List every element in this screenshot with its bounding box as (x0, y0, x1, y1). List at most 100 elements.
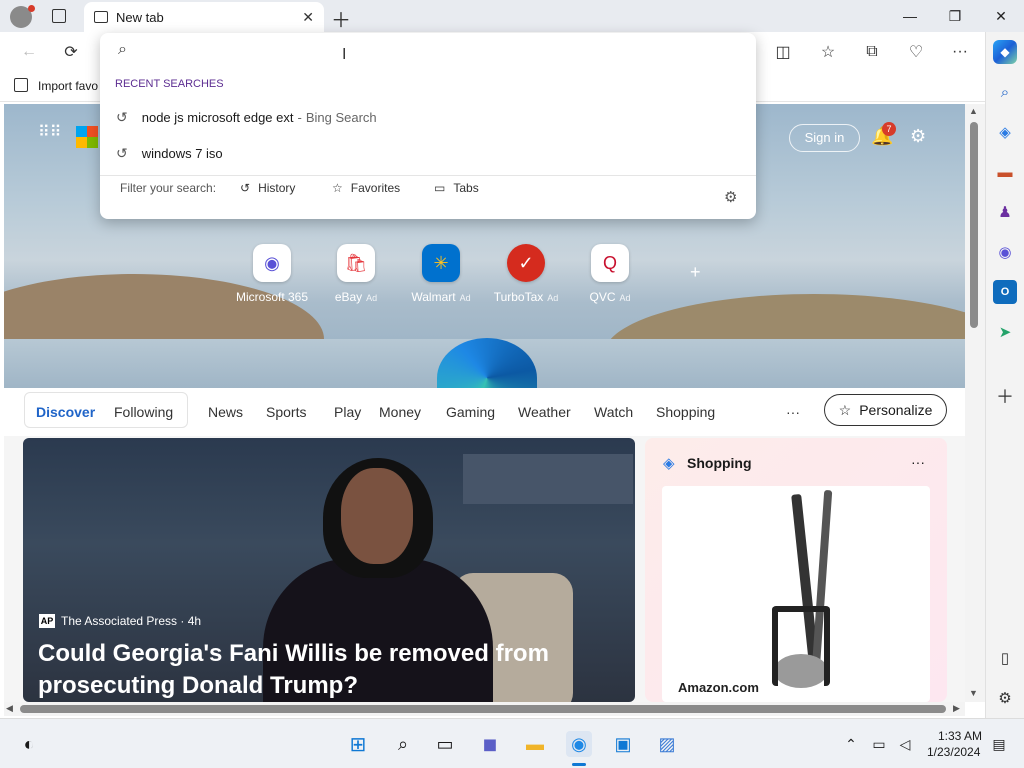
add-shortcut-button[interactable]: + (690, 262, 701, 283)
collections-icon[interactable]: ⧉ (859, 39, 885, 65)
address-input[interactable] (144, 39, 734, 63)
nav-more-button[interactable]: ··· (786, 404, 800, 420)
scroll-left-icon[interactable]: ◀ (6, 703, 13, 714)
network-icon[interactable]: ▭ (866, 731, 892, 757)
store-icon[interactable]: ▣ (610, 731, 636, 757)
task-view-icon[interactable]: ▭ (432, 731, 458, 757)
quick-link-walmart[interactable]: ✳ Walmart Ad (401, 244, 481, 304)
filter-history-button[interactable]: ↺ History (240, 181, 295, 195)
shopping-card[interactable]: ◈ Shopping ··· Amazon.com (645, 438, 947, 702)
walmart-icon: ✳ (422, 244, 460, 282)
history-icon: ↺ (116, 144, 128, 161)
horizontal-scroll-thumb[interactable] (20, 705, 946, 713)
close-window-button[interactable]: ✕ (978, 0, 1024, 32)
copilot-icon[interactable]: ◆ (993, 40, 1017, 64)
back-icon[interactable]: ← (16, 39, 42, 65)
nav-sports[interactable]: Sports (266, 404, 306, 420)
scroll-down-icon[interactable]: ▼ (969, 688, 978, 698)
show-hidden-icons[interactable]: ⌃ (838, 731, 864, 757)
vertical-scroll-thumb[interactable] (970, 122, 978, 328)
card-more-button[interactable]: ··· (911, 454, 925, 470)
add-sidebar-icon[interactable]: ＋ (993, 384, 1017, 408)
filter-tabs-button[interactable]: ▭ Tabs (434, 181, 479, 195)
sign-in-button[interactable]: Sign in (789, 124, 860, 152)
notification-center-icon[interactable]: ▤ (986, 731, 1012, 757)
quick-link-label: TurboTax (493, 290, 544, 304)
hide-sidebar-icon[interactable]: ▯ (993, 646, 1017, 670)
clock-date[interactable]: 1/23/2024 (927, 745, 980, 759)
sidebar-settings-icon[interactable]: ⚙ (993, 686, 1017, 710)
tab-actions-icon[interactable] (52, 9, 66, 23)
recent-search-item[interactable]: ↺ node js microsoft edge ext - Bing Sear… (100, 100, 756, 134)
ad-label: Ad (619, 293, 631, 303)
photos-icon[interactable]: ▨ (654, 731, 680, 757)
nav-watch[interactable]: Watch (594, 404, 633, 420)
hero-story-card[interactable]: AP The Associated Press · 4h Could Georg… (23, 438, 635, 702)
product-image[interactable]: Amazon.com (662, 486, 930, 702)
quick-link-ebay[interactable]: 🛍 eBay Ad (316, 244, 396, 304)
split-screen-icon[interactable]: ◫ (770, 39, 796, 65)
new-tab-button[interactable]: ＋ (331, 4, 351, 33)
personalize-button[interactable]: ☆ Personalize (824, 394, 947, 426)
chat-icon[interactable]: ◼ (477, 731, 503, 757)
nav-play[interactable]: Play (334, 404, 361, 420)
taskbar: ◐ ⊞ ⌕ ▭ ◼ ▬ ◉ ▣ ▨ ⌃ ▭ ◁ 1:33 AM 1/23/202… (0, 718, 1024, 768)
import-icon (14, 78, 28, 92)
outlook-icon[interactable]: O (993, 280, 1017, 304)
shopping-tag-icon[interactable]: ◈ (993, 120, 1017, 144)
search-separator: - (297, 109, 302, 125)
tab-following[interactable]: Following (114, 404, 173, 420)
history-icon: ↺ (116, 108, 128, 125)
quick-link-microsoft365[interactable]: ◉ Microsoft 365 (232, 244, 312, 304)
favorites-icon[interactable]: ☆ (815, 39, 841, 65)
title-bar: New tab ✕ ＋ — ❐ ✕ (0, 0, 1024, 32)
drop-icon[interactable]: ➤ (993, 320, 1017, 344)
clock-time[interactable]: 1:33 AM (938, 729, 982, 743)
filter-label: Filter your search: (120, 181, 217, 195)
tab-discover[interactable]: Discover (36, 404, 95, 420)
horizontal-scrollbar[interactable]: ◀ ▶ (4, 702, 965, 716)
search-icon[interactable]: ⌕ (993, 80, 1017, 104)
import-favorites-link[interactable]: Import favo (38, 79, 98, 93)
search-settings-icon[interactable]: ⚙ (724, 188, 737, 206)
nav-gaming[interactable]: Gaming (446, 404, 495, 420)
story-title[interactable]: Could Georgia's Fani Willis be removed f… (38, 638, 598, 702)
search-suffix: Bing Search (305, 109, 377, 125)
tab-new-tab[interactable]: New tab ✕ (84, 2, 324, 32)
games-icon[interactable]: ♟ (993, 200, 1017, 224)
vertical-scrollbar[interactable]: ▲ ▼ (965, 104, 985, 702)
widgets-icon[interactable]: ◐ (16, 731, 42, 757)
quick-link-turbotax[interactable]: ✓ TurboTax Ad (486, 244, 566, 304)
browser-essentials-icon[interactable]: ♡ (903, 39, 929, 65)
restore-button[interactable]: ❐ (932, 0, 978, 32)
close-tab-icon[interactable]: ✕ (302, 9, 314, 26)
edge-sidebar: ◆ ⌕ ◈ ▬ ♟ ◉ O ➤ ＋ ▯ ⚙ (985, 32, 1024, 722)
apps-launcher-icon[interactable]: ⠿⠿ (38, 125, 61, 148)
recent-search-item[interactable]: ↺ windows 7 iso (100, 136, 756, 170)
nav-shopping[interactable]: Shopping (656, 404, 715, 420)
scroll-right-icon[interactable]: ▶ (953, 703, 960, 714)
tools-icon[interactable]: ▬ (993, 160, 1017, 184)
filter-favorites-button[interactable]: ☆ Favorites (332, 181, 400, 195)
nav-money[interactable]: Money (379, 404, 421, 420)
story-source: AP The Associated Press · 4h (39, 614, 201, 628)
scroll-up-icon[interactable]: ▲ (969, 106, 978, 116)
edge-taskbar-icon[interactable]: ◉ (566, 731, 592, 757)
start-button[interactable]: ⊞ (345, 731, 371, 757)
refresh-icon[interactable]: ⟳ (58, 39, 84, 65)
qvc-icon: Q (591, 244, 629, 282)
minimize-button[interactable]: — (887, 0, 933, 32)
search-icon[interactable]: ⌕ (390, 731, 416, 757)
ad-label: Ad (366, 293, 378, 303)
quick-link-qvc[interactable]: Q QVC Ad (570, 244, 650, 304)
more-menu-icon[interactable]: ··· (947, 39, 973, 65)
page-settings-icon[interactable]: ⚙ (910, 126, 926, 147)
nav-news[interactable]: News (208, 404, 243, 420)
volume-icon[interactable]: ◁ (892, 731, 918, 757)
nav-weather[interactable]: Weather (518, 404, 571, 420)
recent-searches-label: RECENT SEARCHES (115, 78, 224, 90)
shopping-tag-icon: ◈ (663, 455, 675, 472)
file-explorer-icon[interactable]: ▬ (522, 731, 548, 757)
star-icon: ☆ (332, 181, 343, 195)
microsoft365-icon[interactable]: ◉ (993, 240, 1017, 264)
